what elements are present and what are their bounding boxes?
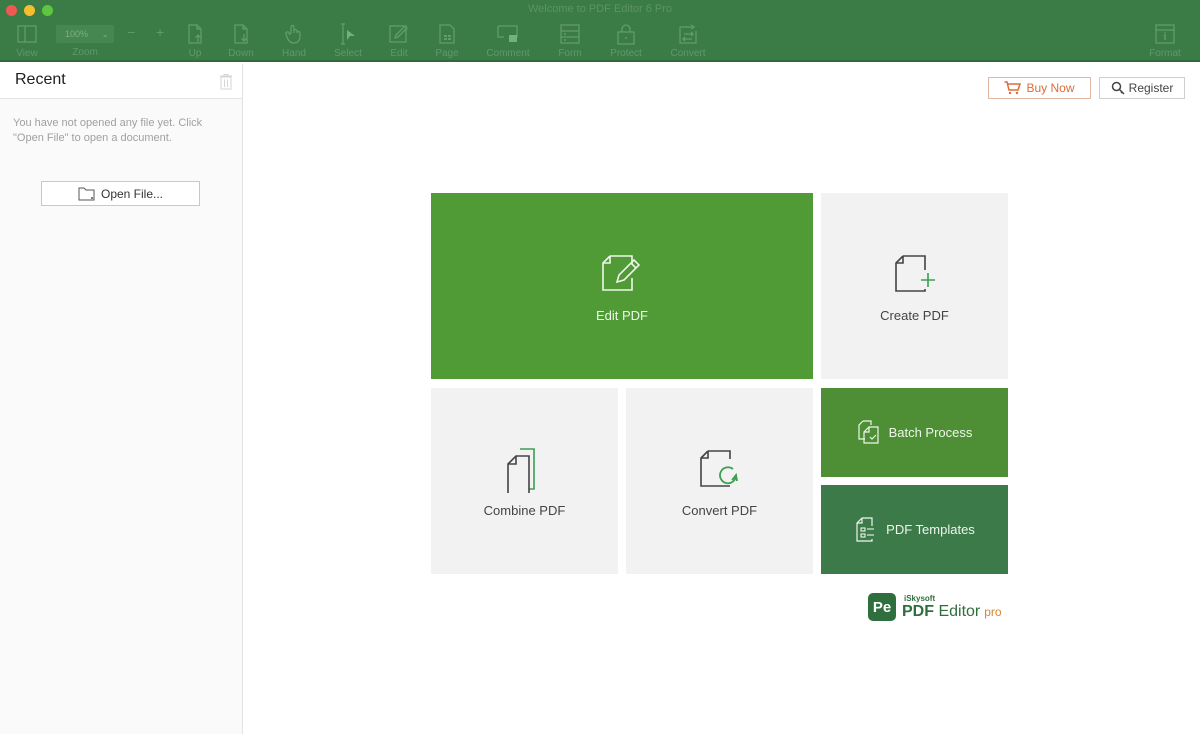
convert-pdf-tile[interactable]: Convert PDF [626, 388, 813, 574]
folder-icon [78, 187, 95, 200]
comment-icon [497, 25, 518, 42]
convert-document-icon [699, 449, 738, 487]
batch-documents-icon [857, 419, 879, 444]
sidebar-header: Recent [0, 64, 242, 99]
create-pdf-tile[interactable]: Create PDF [821, 193, 1008, 379]
toolbar-protect-label: Protect [610, 48, 642, 59]
toolbar-page-button[interactable]: Page [420, 22, 474, 59]
sidebar-title: Recent [15, 71, 66, 88]
batch-process-label: Batch Process [888, 425, 973, 440]
open-file-label: Open File... [100, 186, 164, 201]
cart-icon [1004, 81, 1022, 95]
pdf-templates-tile[interactable]: PDF Templates [821, 485, 1008, 574]
convert-icon [679, 24, 697, 44]
combine-pdf-label: Combine PDF [483, 502, 566, 518]
logo-name-bold: PDF [902, 602, 934, 620]
format-icon [1155, 24, 1175, 44]
toolbar-comment-label: Comment [486, 48, 530, 59]
buy-now-button[interactable]: Buy Now [988, 77, 1091, 99]
convert-pdf-label: Convert PDF [681, 502, 758, 518]
toolbar-hand-label: Hand [282, 48, 306, 59]
toolbar-convert-button[interactable]: Convert [661, 22, 715, 59]
toolbar-comment-button[interactable]: Comment [481, 22, 535, 59]
toolbar-format-button[interactable]: Format [1138, 22, 1192, 59]
zoom-in-button[interactable]: + [156, 24, 164, 40]
toolbar-down-label: Down [228, 48, 254, 59]
toolbar-down-button[interactable]: Down [214, 22, 268, 59]
templates-document-icon [856, 516, 875, 542]
toolbar-hand-button[interactable]: Hand [267, 22, 321, 59]
toolbar-convert-label: Convert [670, 48, 706, 59]
logo-name-rest: Editor [934, 602, 981, 620]
trash-icon[interactable] [219, 73, 233, 90]
combine-pdf-tile[interactable]: Combine PDF [431, 388, 618, 574]
create-pdf-label: Create PDF [880, 307, 949, 323]
key-search-icon [1111, 81, 1125, 95]
open-file-button[interactable]: Open File... [41, 181, 200, 206]
batch-process-tile[interactable]: Batch Process [821, 388, 1008, 477]
zoom-out-button[interactable]: − [127, 24, 135, 40]
combine-documents-icon [506, 447, 535, 493]
toolbar: Welcome to PDF Editor 6 Pro View 100% ⌄ … [0, 0, 1200, 62]
empty-recent-message: You have not opened any file yet. Click … [13, 117, 203, 144]
pdf-templates-label: PDF Templates [886, 522, 975, 537]
window-title: Welcome to PDF Editor 6 Pro [527, 3, 673, 15]
zoom-value: 100% [65, 29, 89, 39]
edit-pdf-tile[interactable]: Edit PDF [431, 193, 813, 379]
toolbar-page-label: Page [435, 48, 459, 59]
toolbar-view-button[interactable]: View [0, 22, 54, 59]
toolbar-edit-button[interactable]: Edit [372, 22, 426, 59]
toolbar-select-label: Select [334, 48, 362, 59]
recent-sidebar: Recent You have not opened any file yet.… [0, 64, 243, 734]
edit-pdf-label: Edit PDF [595, 307, 648, 323]
toolbar-format-label: Format [1149, 48, 1181, 59]
lock-icon [617, 24, 635, 45]
page-icon [439, 24, 455, 44]
edit-icon [389, 25, 408, 43]
app-window: Welcome to PDF Editor 6 Pro View 100% ⌄ … [0, 0, 1200, 734]
toolbar-view-label: View [16, 48, 38, 59]
register-label: Register [1128, 81, 1174, 95]
zoom-label: Zoom [72, 47, 98, 58]
logo-mark: Pe [868, 593, 896, 621]
create-document-icon [894, 254, 935, 292]
page-up-icon [188, 24, 202, 44]
logo-edition: pro [984, 604, 1002, 619]
buy-now-label: Buy Now [1026, 81, 1075, 95]
toolbar-form-label: Form [558, 48, 582, 59]
toolbar-protect-button[interactable]: Protect [599, 22, 653, 59]
logo-product-name: PDF Editor pro [902, 603, 1002, 621]
page-down-icon [234, 24, 248, 44]
toolbar-form-button[interactable]: Form [543, 22, 597, 59]
toolbar-select-button[interactable]: Select [321, 22, 375, 59]
view-icon [17, 25, 37, 43]
form-icon [560, 24, 580, 44]
toolbar-edit-label: Edit [390, 48, 408, 59]
zoom-select[interactable]: 100% ⌄ [56, 25, 114, 43]
hand-icon [285, 24, 301, 44]
edit-document-icon [602, 254, 641, 291]
logo-text: iSkysoft PDF Editor pro [902, 594, 1002, 621]
select-icon [341, 23, 355, 45]
product-logo: Pe iSkysoft PDF Editor pro [868, 593, 1002, 621]
chevron-down-icon: ⌄ [101, 29, 109, 39]
register-button[interactable]: Register [1099, 77, 1185, 99]
logo-brand: iSkysoft [904, 593, 936, 603]
